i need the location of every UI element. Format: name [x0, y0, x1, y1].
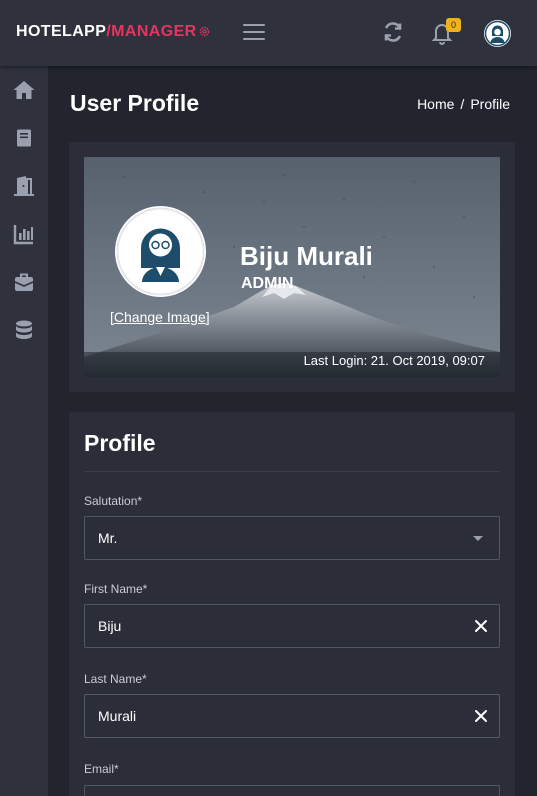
book-icon[interactable] [12, 126, 36, 150]
user-avatar[interactable] [484, 20, 511, 47]
app-logo[interactable]: HOTELAPP/MANAGER [16, 23, 211, 41]
section-divider [84, 471, 500, 472]
last-name-field [84, 694, 500, 738]
section-title: Profile [84, 430, 156, 456]
menu-icon[interactable] [243, 24, 265, 42]
top-navbar: HOTELAPP/MANAGER 0 [0, 0, 537, 66]
first-name-label: First Name* [84, 582, 148, 596]
notification-badge: 0 [446, 18, 461, 32]
database-icon[interactable] [12, 318, 36, 342]
breadcrumb: Home / Profile [417, 96, 510, 112]
last-name-input[interactable] [98, 708, 438, 724]
user-role: ADMIN [241, 275, 294, 292]
briefcase-icon[interactable] [12, 270, 36, 294]
last-name-label: Last Name* [84, 672, 147, 686]
user-name: Biju Murali [240, 241, 373, 271]
change-image-link[interactable]: [Change Image] [110, 309, 210, 325]
clear-icon[interactable] [474, 619, 488, 633]
last-login: Last Login: 21. Oct 2019, 09:07 [303, 353, 485, 368]
breadcrumb-home[interactable]: Home [417, 96, 454, 112]
email-field [84, 785, 500, 796]
brand-suffix: /MANAGER [106, 23, 197, 40]
salutation-value: Mr. [98, 530, 118, 546]
sidebar [0, 66, 48, 796]
first-name-field [84, 604, 500, 648]
page-title: User Profile [70, 90, 200, 116]
salutation-select[interactable]: Mr. [84, 516, 500, 560]
salutation-label: Salutation* [84, 494, 143, 508]
profile-avatar: ADMIN [115, 206, 206, 297]
avatar-label: ADMIN [147, 275, 174, 284]
breadcrumb-current: Profile [470, 96, 510, 112]
gear-icon [199, 26, 209, 37]
caret-down-icon [473, 536, 483, 541]
brand-name: HOTELAPP [16, 23, 107, 40]
first-name-input[interactable] [98, 618, 438, 634]
chart-icon[interactable] [12, 222, 36, 246]
breadcrumb-separator: / [460, 96, 465, 112]
clear-icon[interactable] [474, 709, 488, 723]
home-icon[interactable] [12, 78, 36, 102]
door-icon[interactable] [12, 174, 36, 198]
email-label: Email* [84, 762, 119, 776]
refresh-icon[interactable] [381, 20, 405, 44]
